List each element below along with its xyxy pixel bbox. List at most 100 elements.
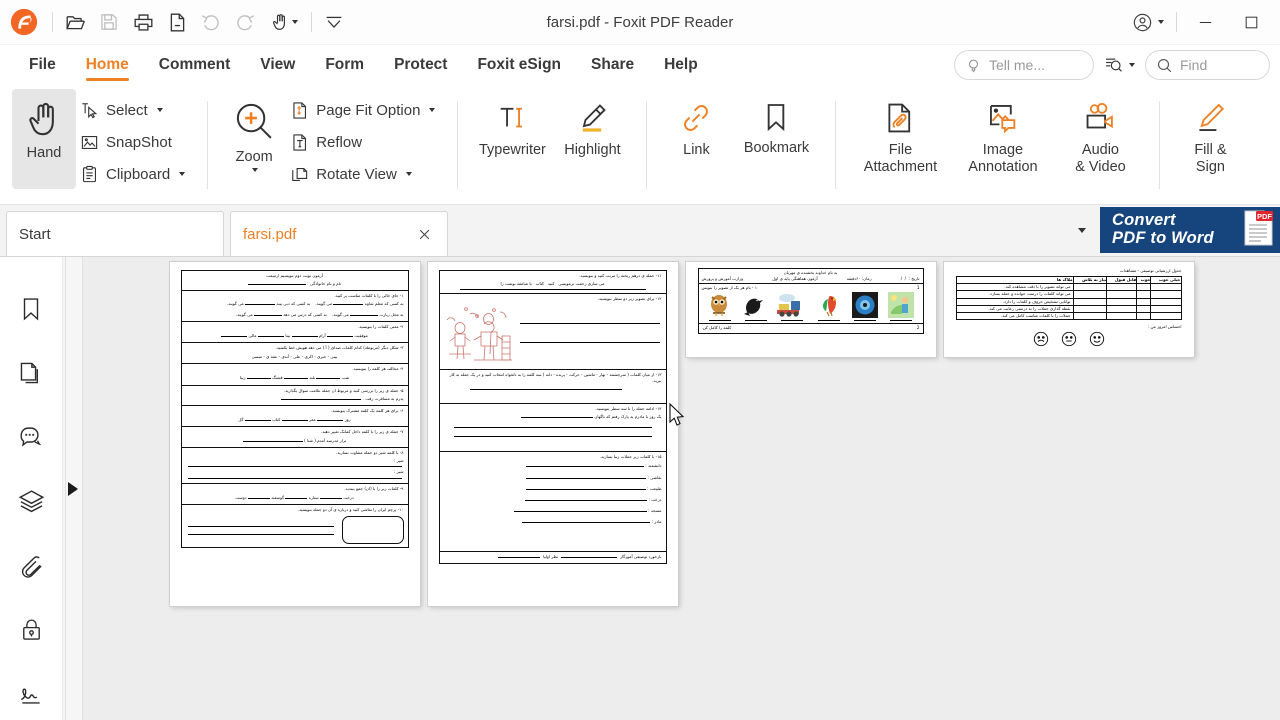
page-cell-4: جدول ارزشیابی توصیفی - مشاهدات خیلی خوب …	[943, 262, 1194, 606]
highlight-button[interactable]: Highlight	[552, 89, 632, 197]
expand-right-arrow-icon[interactable]	[67, 481, 78, 496]
typewriter-label: Typewriter	[479, 142, 546, 158]
link-button[interactable]: Link	[661, 89, 731, 197]
page-2-q11: ۱۱- جمله ی درهم ریخته را مرتب کنید و بنو…	[438, 270, 667, 295]
advanced-find-button[interactable]	[1100, 55, 1139, 75]
typewriter-button[interactable]: Typewriter	[472, 89, 552, 197]
page-1-q10: ۱۰- پرچم ایران را نقاشی کنید و درباره ی …	[180, 505, 409, 549]
minimize-button[interactable]	[1182, 0, 1228, 45]
hand-tool-ribbon-button[interactable]: Hand	[12, 89, 76, 189]
menu-protect[interactable]: Protect	[379, 45, 462, 85]
hand-tool-button[interactable]	[262, 5, 306, 39]
menu-foxit-esign[interactable]: Foxit eSign	[462, 45, 576, 85]
tab-overflow-button[interactable]	[1062, 227, 1100, 233]
page-2-q12: ۱۲- برای تصویر زیر دو سطر بنویسید.	[438, 294, 667, 371]
sidebar-item-security[interactable]	[11, 609, 51, 649]
ribbon-divider-3	[646, 100, 648, 189]
snapshot-button[interactable]: SnapShot	[76, 127, 193, 157]
image-annotation-button[interactable]: Image Annotation	[950, 89, 1055, 197]
pdf-page-3[interactable]: به نام خداوند بخشنده ی مهربان تاریخ : / …	[685, 262, 936, 357]
fill-and-sign-button[interactable]: Fill & Sign	[1174, 89, 1246, 197]
customize-toolbar-button[interactable]	[317, 5, 351, 39]
menu-items: File Home Comment View Form Protect Foxi…	[0, 45, 713, 85]
sidebar-item-comments[interactable]	[11, 417, 51, 457]
file-attachment-label: File Attachment	[863, 142, 938, 176]
page-1-q6: ۶- برای هر کلمه یک کلمه مشترک بنویسید. ر…	[180, 405, 409, 428]
tab-strip-right: Convert PDF to Word PDF	[1062, 204, 1280, 256]
pdf-file-icon: PDF	[1242, 210, 1274, 251]
sidebar-item-signatures[interactable]	[11, 673, 51, 713]
chevron-down-icon	[429, 108, 436, 112]
email-document-button[interactable]	[160, 5, 194, 39]
picture-train	[775, 292, 806, 319]
search-icon	[1156, 57, 1173, 74]
menu-bar-right: Tell me... Find	[954, 45, 1280, 85]
page-3-header-table: به نام خداوند بخشنده ی مهربان تاریخ : / …	[697, 268, 924, 285]
clipboard-button[interactable]: Clipboard	[76, 159, 193, 189]
ribbon-divider-1	[207, 100, 209, 189]
page-3-header-left: تاریخ : / /	[900, 276, 920, 282]
ribbon-toolbar: Hand Select SnapShot Clipboard Zoom Page…	[0, 85, 1280, 205]
menu-view[interactable]: View	[245, 45, 310, 85]
picture-parrot	[822, 296, 836, 317]
smiley-happy-icon	[1089, 331, 1104, 347]
rotate-view-button[interactable]: Rotate View	[286, 159, 443, 189]
page-2-q15: ۱۵- با کلمات زیر جملات زیبا بسازید. دانش…	[438, 452, 667, 553]
menu-help[interactable]: Help	[649, 45, 713, 85]
print-button[interactable]	[126, 5, 160, 39]
typewriter-icon	[495, 101, 529, 135]
menu-home[interactable]: Home	[71, 45, 144, 85]
menu-share[interactable]: Share	[576, 45, 649, 85]
sidebar-item-layers[interactable]	[11, 481, 51, 521]
save-button[interactable]	[92, 5, 126, 39]
redo-button[interactable]	[228, 5, 262, 39]
close-tab-button[interactable]	[413, 223, 435, 245]
tell-me-search[interactable]: Tell me...	[954, 50, 1094, 80]
audio-video-button[interactable]: Audio & Video	[1055, 89, 1145, 197]
sidebar-item-pages[interactable]	[11, 353, 51, 393]
pdf-page-1[interactable]: آزمون نوبت دوم بنویسیم ارمیمت نام و نام …	[169, 262, 420, 606]
table-row: می تواند تصویر را با دقت مشاهده کند.	[955, 283, 1182, 292]
reflow-button[interactable]: Reflow	[286, 127, 443, 157]
pdf-page-viewport[interactable]: آزمون نوبت دوم بنویسیم ارمیمت نام و نام …	[83, 257, 1280, 720]
sidebar-item-attachments[interactable]	[11, 545, 51, 585]
select-button[interactable]: Select	[76, 95, 193, 125]
page-4-rubric-table: خیلی خوب خوب قابل قبول نیاز به تلاش ملاک…	[955, 276, 1182, 320]
menu-file[interactable]: File	[14, 45, 71, 85]
reflow-label: Reflow	[316, 133, 363, 151]
foxit-pdf-reader-window: farsi.pdf - Foxit PDF Reader File Home C…	[0, 0, 1280, 720]
bookmark-button[interactable]: Bookmark	[731, 89, 821, 197]
toolbar-divider-1	[52, 12, 53, 32]
table-row: جملات را با کلمات مناسب کامل می کند.	[955, 311, 1182, 320]
pdf-page-2[interactable]: ۱۱- جمله ی درهم ریخته را مرتب کنید و بنو…	[427, 262, 678, 606]
page-1-content: آزمون نوبت دوم بنویسیم ارمیمت نام و نام …	[180, 270, 409, 598]
page-fit-icon	[290, 101, 309, 120]
maximize-button[interactable]	[1228, 0, 1274, 45]
fill-and-sign-label: Fill & Sign	[1194, 142, 1227, 176]
page-1-q1: ۱- جای خالی را با کلمات مناسب پر کنید. ب…	[180, 291, 409, 322]
ribbon-divider-2	[457, 100, 459, 189]
document-attach-icon	[167, 12, 188, 33]
sidebar-item-bookmarks[interactable]	[11, 289, 51, 329]
tab-farsi-pdf[interactable]: farsi.pdf	[230, 211, 448, 256]
ribbon-group-view: Zoom Page Fit Option Reflow Rotate View	[216, 85, 449, 195]
account-button[interactable]	[1125, 6, 1171, 38]
tab-start[interactable]: Start	[6, 211, 224, 256]
undo-button[interactable]	[194, 5, 228, 39]
file-attachment-button[interactable]: File Attachment	[850, 89, 950, 197]
menu-comment[interactable]: Comment	[144, 45, 245, 85]
comment-bubble-icon	[18, 424, 44, 450]
redo-arrow-icon	[234, 11, 256, 33]
pdf-page-4[interactable]: جدول ارزشیابی توصیفی - مشاهدات خیلی خوب …	[943, 262, 1194, 357]
open-file-button[interactable]	[58, 5, 92, 39]
page-fit-option-button[interactable]: Page Fit Option	[286, 95, 443, 125]
ribbon-group-annotate: Typewriter Highlight	[466, 85, 638, 195]
navigation-panel-splitter[interactable]	[63, 257, 83, 720]
page-4-title: جدول ارزشیابی توصیفی - مشاهدات	[1119, 268, 1182, 273]
convert-pdf-to-word-promo[interactable]: Convert PDF to Word PDF	[1100, 207, 1280, 253]
zoom-button[interactable]: Zoom	[222, 89, 286, 189]
page-3-q2: 2 کلمه را کامل کن.	[697, 324, 924, 334]
link-label: Link	[683, 142, 710, 158]
menu-form[interactable]: Form	[310, 45, 379, 85]
find-input[interactable]: Find	[1145, 50, 1270, 80]
